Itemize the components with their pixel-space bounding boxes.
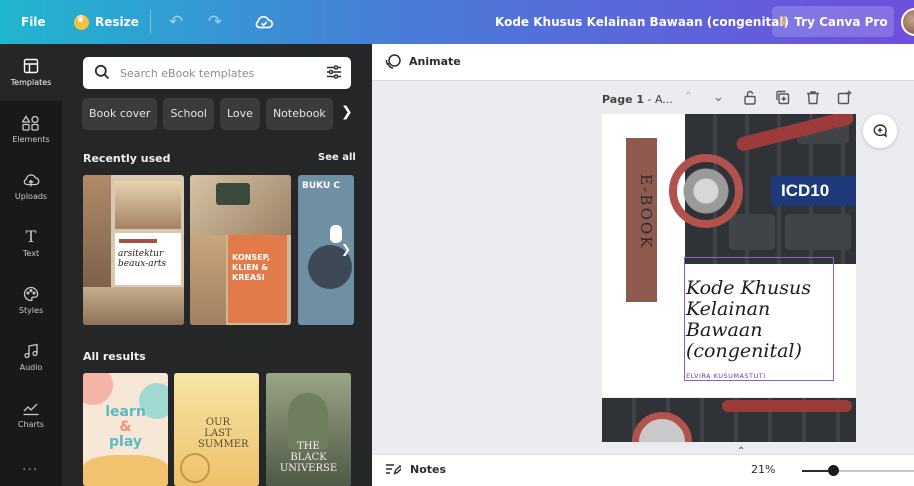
animate-button[interactable]: Animate [409,55,461,68]
text-icon: T [25,227,37,246]
template-thumbnail[interactable]: learn & play [83,373,168,486]
bottom-bar: Notes 21% [372,454,914,486]
left-rail: Templates Elements Uploads T Text Styles… [0,44,62,486]
template-thumbnail[interactable]: THE BLACK UNIVERSE [266,373,351,486]
search-icon [94,64,110,84]
context-toolbar: Animate [372,44,914,81]
recently-used-heading: Recently used [83,152,171,165]
crown-icon [74,14,89,30]
try-canva-pro-button[interactable]: ♛ Try Canva Pro [772,6,894,37]
trash-icon[interactable] [806,90,820,109]
try-pro-label: Try Canva Pro [794,14,888,29]
resize-label: Resize [95,15,139,29]
template-thumbnail[interactable]: arsitektur beaux-arts [83,175,184,325]
thumb-text: beaux-arts [118,259,167,269]
see-all-link[interactable]: See all [318,152,356,163]
templates-icon [23,58,39,75]
top-bar: File Resize ↶ ↷ Kode Khusus Kelainan Baw… [0,0,914,44]
rail-item-text[interactable]: T Text [0,215,62,272]
thumb-text: BUKU C [302,181,341,191]
rail-label: Charts [17,420,45,429]
chevron-right-icon[interactable]: ❯ [341,104,355,124]
zoom-slider-handle[interactable] [828,465,839,476]
page-name-label: - A... [644,93,673,106]
design-page-2[interactable] [602,398,856,442]
file-menu-button[interactable]: File [21,0,46,44]
chip-school[interactable]: School [163,98,214,130]
lock-icon[interactable] [743,90,757,109]
redo-icon[interactable]: ↷ [204,11,226,33]
chip-love[interactable]: Love [219,98,260,130]
rail-label: Elements [12,135,50,144]
document-title[interactable]: Kode Khusus Kelainan Bawaan (congenital) [495,0,789,44]
templates-panel: Book coverSchoolLoveNotebook ❯ Recently … [62,44,444,486]
more-apps-icon[interactable]: ··· [22,462,38,478]
crown-icon: ♛ [778,15,789,28]
palette-icon [23,286,39,303]
add-comment-button[interactable] [863,114,897,148]
file-label: File [21,15,46,29]
thumb-text: KLIEN & [232,263,269,272]
toolbar-divider [150,10,151,34]
template-thumbnail[interactable]: KONSEP, KLIEN & KREASI [190,175,291,325]
chevron-right-icon[interactable]: ❯ [341,242,351,256]
rail-item-uploads[interactable]: Uploads [0,158,62,215]
rail-item-audio[interactable]: Audio [0,329,62,386]
page-title[interactable]: Page 1 - A... [602,93,673,106]
stethoscope-keyboard-photo[interactable]: ICD10 [669,114,856,264]
all-results-heading: All results [83,350,146,363]
thumb-text: & [119,419,132,435]
chip-notebook[interactable]: Notebook [265,98,333,130]
thumb-text: KREASI [232,273,265,282]
duplicate-page-icon[interactable] [775,90,790,109]
add-page-icon[interactable] [837,90,852,109]
notes-icon[interactable] [385,462,403,480]
thumb-text: OUR [205,417,231,428]
rail-item-templates[interactable]: Templates [0,44,62,101]
cover-title[interactable]: Kode Khusus Kelainan Bawaan (congenital) [686,278,832,362]
rail-item-charts[interactable]: Charts [0,386,62,443]
filter-icon[interactable] [326,64,342,84]
search-box [83,57,351,89]
cloud-save-icon[interactable] [253,11,275,33]
rail-item-elements[interactable]: Elements [0,101,62,158]
thumb-text: THE [297,441,320,452]
icd10-badge: ICD10 [771,176,856,206]
chart-icon [22,400,40,417]
chevron-down-icon[interactable]: ⌄ [713,90,724,105]
search-input[interactable] [120,64,320,82]
thumb-text: KONSEP, [232,253,270,262]
music-note-icon [23,343,39,360]
rail-label: Templates [10,78,52,87]
resize-button[interactable]: Resize [74,0,139,44]
cover-author[interactable]: ELVIRA KUSUMASTUTI [686,372,766,380]
chevron-up-icon[interactable]: ⌃ [683,90,694,105]
rail-label: Audio [19,363,43,372]
rail-label: Uploads [14,192,48,201]
thumb-text: BLACK [290,452,327,463]
avatar[interactable] [901,8,914,36]
rail-label: Styles [18,306,44,315]
animate-icon[interactable] [384,53,402,75]
elements-icon [21,115,40,132]
page-number-label: Page 1 [602,93,645,106]
thumb-text: play [109,434,142,450]
zoom-level[interactable]: 21% [751,463,775,476]
category-chips: Book cover School Love Notebook [82,98,354,132]
thumb-text: learn [105,404,146,420]
rail-item-styles[interactable]: Styles [0,272,62,329]
chip-book-cover[interactable]: Book cover [82,98,158,130]
notes-button[interactable]: Notes [410,463,446,476]
thumb-text: SUMMER [198,439,249,450]
ebook-vertical-text[interactable]: E-BOOK [628,174,655,249]
design-page-1[interactable]: E-BOOK ICD10 Kode Khusus Kelainan Bawaan… [602,114,856,397]
thumb-text: UNIVERSE [279,463,338,474]
thumb-text: arsitektur [118,249,164,259]
undo-icon[interactable]: ↶ [165,11,187,33]
thumb-text: LAST [204,428,232,439]
rail-label: Text [22,249,40,258]
template-thumbnail[interactable]: OUR LAST SUMMER [174,373,259,486]
upload-cloud-icon [22,172,40,189]
stethoscope-image [669,154,743,228]
